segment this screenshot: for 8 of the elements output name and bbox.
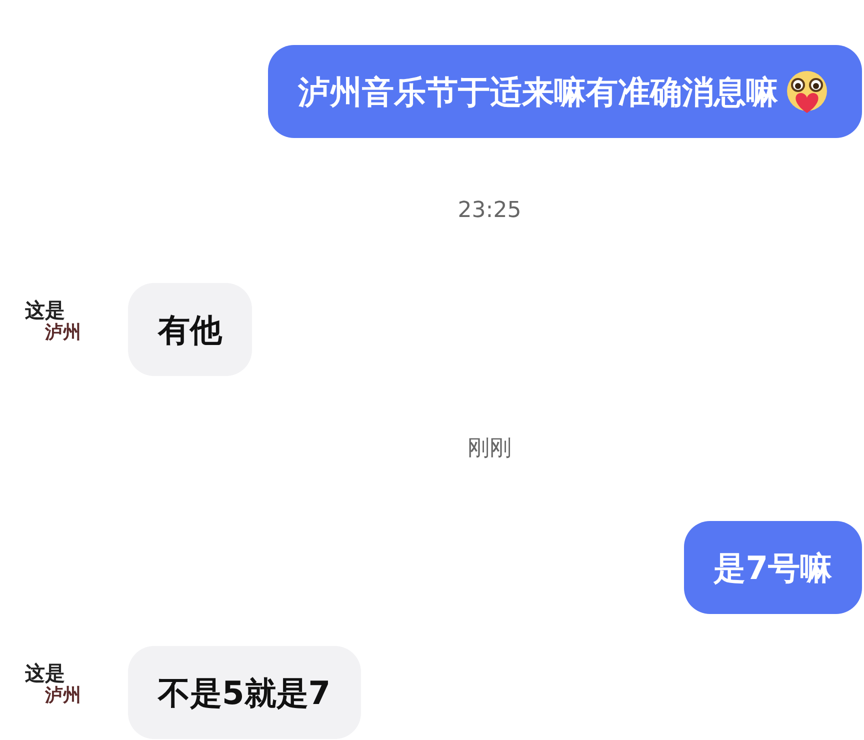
message-text: 有他 — [158, 310, 222, 350]
message-text: 泸州音乐节于适来嘛有准确消息嘛 — [298, 72, 778, 112]
message-text: 是7号嘛 — [714, 548, 832, 588]
avatar-logo: 这是 泸州 — [25, 297, 82, 345]
message-text: 不是5就是7 — [158, 672, 331, 714]
timestamp: 23:25 — [458, 197, 522, 225]
timestamp: 刚刚 — [468, 435, 512, 463]
avatar-logo: 这是 泸州 — [25, 660, 82, 708]
